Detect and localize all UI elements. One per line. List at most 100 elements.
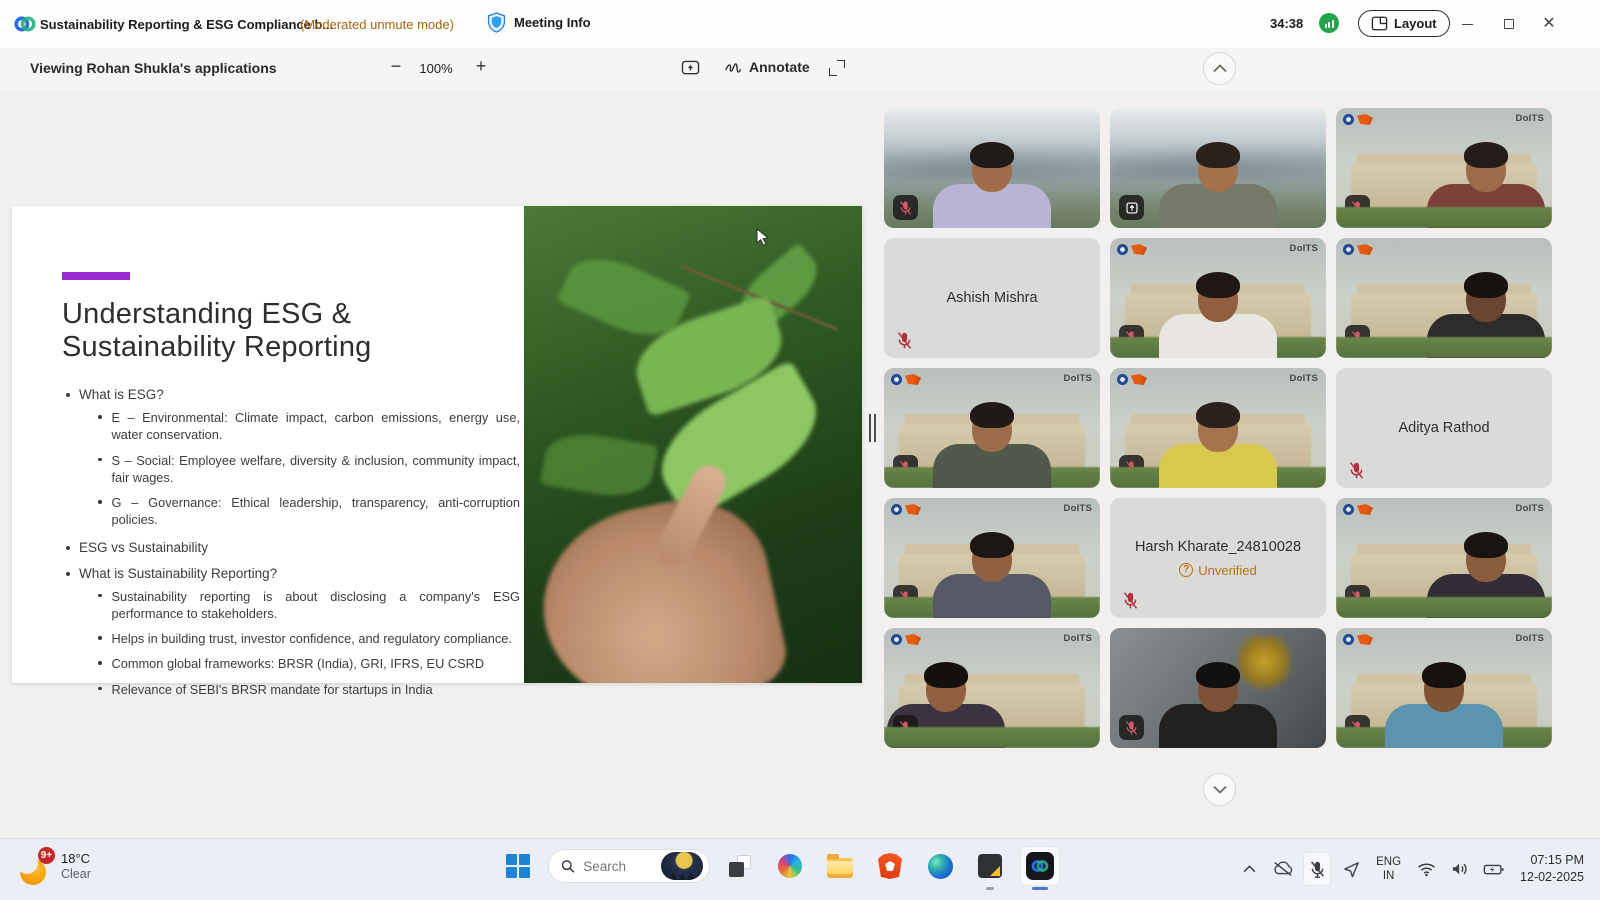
participant-grid: ? ? (884, 108, 1556, 748)
annotate-button[interactable]: Annotate (724, 59, 810, 75)
panel-resize-handle[interactable] (869, 414, 876, 442)
connection-quality-icon[interactable] (1319, 13, 1339, 33)
iit-emblem-icon (891, 374, 902, 385)
windows-taskbar: 9+ 18°C Clear (0, 838, 1600, 900)
iit-175-logo (1357, 244, 1373, 255)
participant-tile[interactable]: DoITS ? (1336, 108, 1552, 228)
annotate-pen-icon (724, 60, 742, 74)
participant-tile[interactable]: Harsh Kharate_24810028 ? Unverified (1110, 498, 1326, 618)
participant-name: Ashish Mishra (946, 290, 1037, 306)
participant-video (1378, 134, 1552, 228)
sub-bullet-item: G – Governance: Ethical leadership, tran… (98, 494, 520, 529)
copilot-button[interactable] (770, 846, 810, 886)
participant-tile[interactable]: DoITS ? (884, 368, 1100, 488)
taskbar-search[interactable] (548, 849, 710, 883)
question-icon: ? (1179, 563, 1193, 577)
iit-175-logo (1131, 244, 1147, 255)
participant-video (884, 654, 1054, 748)
doits-watermark: DoITS (1290, 243, 1318, 254)
start-button[interactable] (498, 846, 538, 886)
iit-175-logo (1357, 634, 1373, 645)
participant-tile[interactable]: ? (884, 108, 1100, 228)
participant-tile[interactable]: DoITS ? (884, 628, 1100, 748)
leaf-photo (524, 206, 862, 683)
participant-video (1336, 654, 1552, 748)
screen-share-icon (1119, 195, 1144, 220)
minimize-button[interactable] (1452, 12, 1482, 36)
iit-175-logo (1131, 374, 1147, 385)
layout-button[interactable]: Layout (1358, 10, 1450, 37)
clock-widget[interactable]: 07:15 PM 12-02-2025 (1514, 852, 1590, 886)
shield-icon (487, 12, 506, 33)
collapse-panel-button[interactable] (1203, 52, 1236, 85)
participant-tile[interactable]: Aditya Rathod ? (1336, 368, 1552, 488)
webex-taskbar-button[interactable] (1020, 846, 1060, 886)
participant-video (1110, 264, 1326, 358)
iit-emblem-icon (891, 504, 902, 515)
iit-emblem-icon (891, 634, 902, 645)
layout-label: Layout (1394, 16, 1437, 31)
participant-tile[interactable]: ? (1110, 628, 1326, 748)
battery-charging-icon[interactable] (1480, 852, 1508, 886)
tray-mic-muted-icon[interactable] (1303, 852, 1331, 886)
notes-app-button[interactable] (970, 846, 1010, 886)
tray-chevron-up[interactable] (1235, 852, 1263, 886)
zoom-in-button[interactable]: + (470, 56, 492, 77)
file-explorer-icon (827, 858, 853, 878)
volume-icon[interactable] (1446, 852, 1474, 886)
scroll-participants-button[interactable] (1203, 773, 1236, 806)
tray-time: 07:15 PM (1530, 852, 1584, 869)
sub-bullet-item: Relevance of SEBI's BRSR mandate for sta… (98, 681, 520, 698)
institution-logo (891, 634, 921, 645)
mic-muted-icon (1119, 715, 1144, 740)
participant-tile[interactable]: ? (1110, 108, 1326, 228)
doits-watermark: DoITS (1064, 633, 1092, 644)
doits-watermark: DoITS (1290, 373, 1318, 384)
brave-icon (878, 853, 902, 879)
zoom-out-button[interactable]: − (385, 56, 407, 77)
iit-175-logo (905, 634, 921, 645)
bullet-item: What is Sustainability Reporting? (62, 566, 520, 581)
doits-watermark: DoITS (1516, 633, 1544, 644)
participant-tile[interactable]: DoITS ? (884, 498, 1100, 618)
participant-name: Harsh Kharate_24810028 (1135, 539, 1301, 555)
file-explorer-button[interactable] (820, 846, 860, 886)
participant-tile[interactable]: ? (1336, 238, 1552, 358)
doits-watermark: DoITS (1516, 113, 1544, 124)
viewing-label: Viewing Rohan Shukla's applications (30, 60, 277, 76)
institution-logo (1343, 244, 1373, 255)
mouse-cursor (756, 228, 770, 246)
wifi-icon[interactable] (1412, 852, 1440, 886)
share-toolbar: Viewing Rohan Shukla's applications − 10… (0, 48, 1600, 90)
search-input[interactable] (583, 859, 653, 874)
fullscreen-icon[interactable] (829, 60, 845, 76)
location-icon[interactable] (1337, 852, 1365, 886)
onedrive-paused-icon[interactable] (1269, 852, 1297, 886)
zoom-level-value: 100% (414, 61, 458, 76)
participant-video (884, 524, 1100, 618)
brave-browser-button[interactable] (870, 846, 910, 886)
language-switcher[interactable]: ENG IN (1371, 855, 1406, 884)
institution-logo (891, 374, 921, 385)
participant-tile[interactable]: DoITS ? (1110, 238, 1326, 358)
screen-view-icon[interactable] (681, 60, 700, 77)
news-badge: 9+ (38, 847, 55, 864)
weather-temp: 18°C (61, 851, 91, 867)
iit-175-logo (1357, 114, 1373, 125)
edge-browser-button[interactable] (920, 846, 960, 886)
iit-emblem-icon (1343, 244, 1354, 255)
meeting-info-button[interactable]: Meeting Info (487, 12, 591, 33)
close-button[interactable]: ✕ (1534, 12, 1564, 36)
participant-tile[interactable]: Ashish Mishra ? (884, 238, 1100, 358)
title-bar: Sustainability Reporting & ESG Complianc… (0, 0, 1600, 48)
edge-icon (928, 854, 953, 879)
iit-emblem-icon (1343, 634, 1354, 645)
participant-tile[interactable]: DoITS ? (1336, 628, 1552, 748)
weather-widget[interactable]: 9+ 18°C Clear (18, 849, 91, 885)
webex-logo-icon (14, 14, 36, 34)
participant-tile[interactable]: DoITS ? (1110, 368, 1326, 488)
task-view-button[interactable] (720, 846, 760, 886)
participant-tile[interactable]: DoITS ? (1336, 498, 1552, 618)
meeting-title: Sustainability Reporting & ESG Complianc… (40, 17, 333, 32)
restore-button[interactable] (1494, 12, 1524, 36)
